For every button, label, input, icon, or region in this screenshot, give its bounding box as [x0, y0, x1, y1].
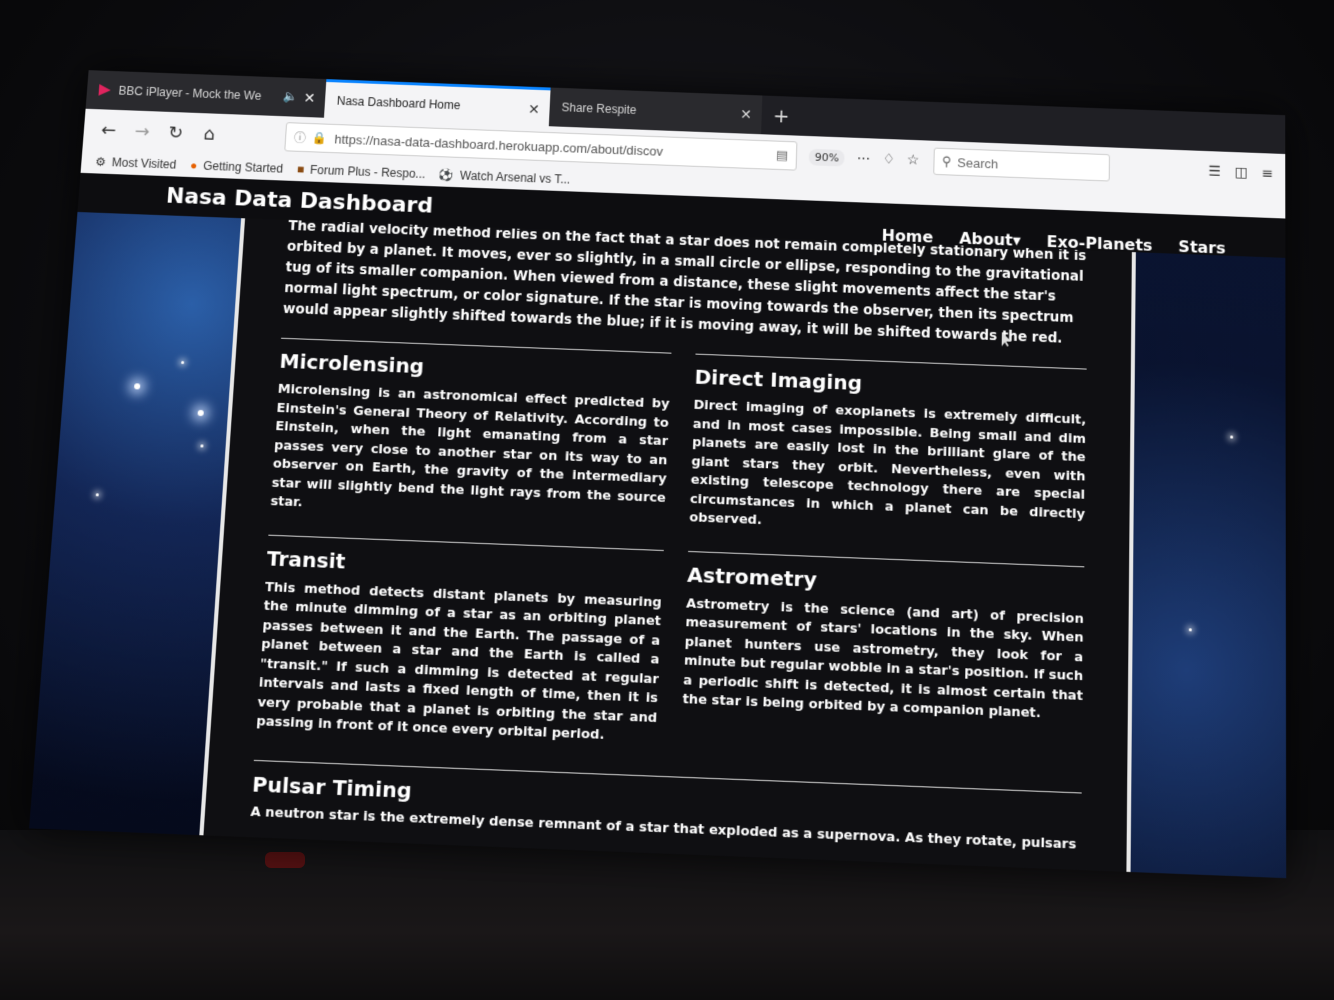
webpage: The radial velocity method relies on the…	[29, 172, 1287, 879]
forward-arrow-icon[interactable]: →	[125, 120, 160, 142]
bookmark-label: Watch Arsenal vs T...	[459, 168, 571, 187]
star-decoration	[1188, 628, 1192, 632]
browser-window: BBC iPlayer - Mock the We 🔈 ✕ Nasa Dashb…	[29, 70, 1287, 879]
close-tab-icon[interactable]: ✕	[740, 106, 752, 123]
section-title: Microlensing	[278, 348, 425, 379]
football-icon: ⚽	[438, 167, 455, 183]
back-arrow-icon[interactable]: ←	[91, 119, 126, 141]
star-decoration	[95, 493, 99, 497]
nav-about-label: About	[958, 228, 1013, 249]
nav-stars-link[interactable]: Stars	[1178, 237, 1225, 258]
gear-icon: ⚙	[94, 154, 107, 169]
nav-exo-planets-link[interactable]: Exo-Planets	[1046, 232, 1152, 255]
star-decoration	[197, 409, 204, 417]
url-text[interactable]: https://nasa-data-dashboard.herokuapp.co…	[334, 131, 663, 158]
search-input[interactable]: ⚲ Search	[932, 147, 1110, 182]
section-title: Direct Imaging	[694, 364, 863, 396]
section-text: Microlensing is an astronomical effect p…	[270, 381, 670, 511]
section-title: Astrometry	[686, 561, 818, 592]
transit-section: Transit This method detects distant plan…	[254, 534, 664, 771]
direct-imaging-section: Direct Imaging Direct imaging of exoplan…	[688, 353, 1087, 566]
tab-title: BBC iPlayer - Mock the We	[118, 83, 262, 103]
site-title[interactable]: Nasa Data Dashboard	[165, 183, 433, 218]
lock-icon: 🔒	[311, 130, 328, 146]
tab-title: Nasa Dashboard Home	[336, 93, 461, 112]
bookmark-star-icon[interactable]: ☆	[907, 152, 920, 168]
new-tab-button[interactable]: +	[761, 96, 802, 136]
close-tab-icon[interactable]: ✕	[303, 90, 316, 107]
play-icon	[98, 84, 111, 96]
close-tab-icon[interactable]: ✕	[528, 101, 540, 118]
menu-icon[interactable]: ≡	[1262, 166, 1274, 182]
section-text: Astrometry is the science (and art) of p…	[682, 595, 1084, 722]
bookmark-watch-arsenal[interactable]: ⚽ Watch Arsenal vs T...	[439, 168, 571, 187]
firefox-icon: ●	[189, 158, 198, 173]
star-decoration	[133, 383, 141, 390]
dropdown-caret-icon: ▾	[1012, 230, 1021, 250]
sidebar-icon[interactable]: ◫	[1235, 165, 1248, 181]
section-text: Direct imaging of exoplanets is extremel…	[689, 397, 1087, 529]
reload-icon[interactable]: ↻	[158, 122, 193, 144]
star-decoration	[181, 360, 185, 365]
speaker-icon[interactable]: 🔈	[283, 89, 299, 103]
nav-home-link[interactable]: Home	[881, 225, 933, 246]
search-icon: ⚲	[941, 153, 952, 169]
reader-view-icon[interactable]: ▤	[776, 147, 789, 163]
section-title: Transit	[266, 545, 347, 574]
pocket-icon[interactable]: ♢	[882, 151, 895, 167]
microlensing-section: Microlensing Microlensing is an astronom…	[268, 337, 672, 550]
section-text: This method detects distant planets by m…	[255, 579, 663, 744]
forum-icon: ■	[296, 162, 305, 177]
main-content: The radial velocity method relies on the…	[197, 208, 1136, 879]
search-placeholder: Search	[957, 154, 999, 171]
info-icon[interactable]: ⓘ	[294, 129, 307, 146]
page-actions-icon[interactable]: ⋯	[857, 151, 871, 167]
bookmark-forum-plus[interactable]: ■ Forum Plus - Respo...	[296, 162, 425, 181]
library-icon[interactable]: ☰	[1208, 164, 1221, 180]
bookmark-label: Getting Started	[202, 158, 284, 176]
bookmark-label: Most Visited	[111, 155, 177, 172]
astrometry-section: Astrometry Astrometry is the science (an…	[679, 550, 1085, 788]
bookmark-most-visited[interactable]: ⚙ Most Visited	[95, 155, 177, 172]
zoom-level[interactable]: 90%	[808, 148, 846, 167]
star-decoration	[200, 444, 204, 448]
bookmark-getting-started[interactable]: ● Getting Started	[190, 158, 284, 175]
star-decoration	[1230, 435, 1234, 439]
tab-title: Share Respite	[561, 100, 637, 117]
nav-about-link[interactable]: About▾	[959, 228, 1021, 249]
home-icon[interactable]: ⌂	[192, 123, 227, 145]
bookmark-label: Forum Plus - Respo...	[309, 162, 426, 182]
